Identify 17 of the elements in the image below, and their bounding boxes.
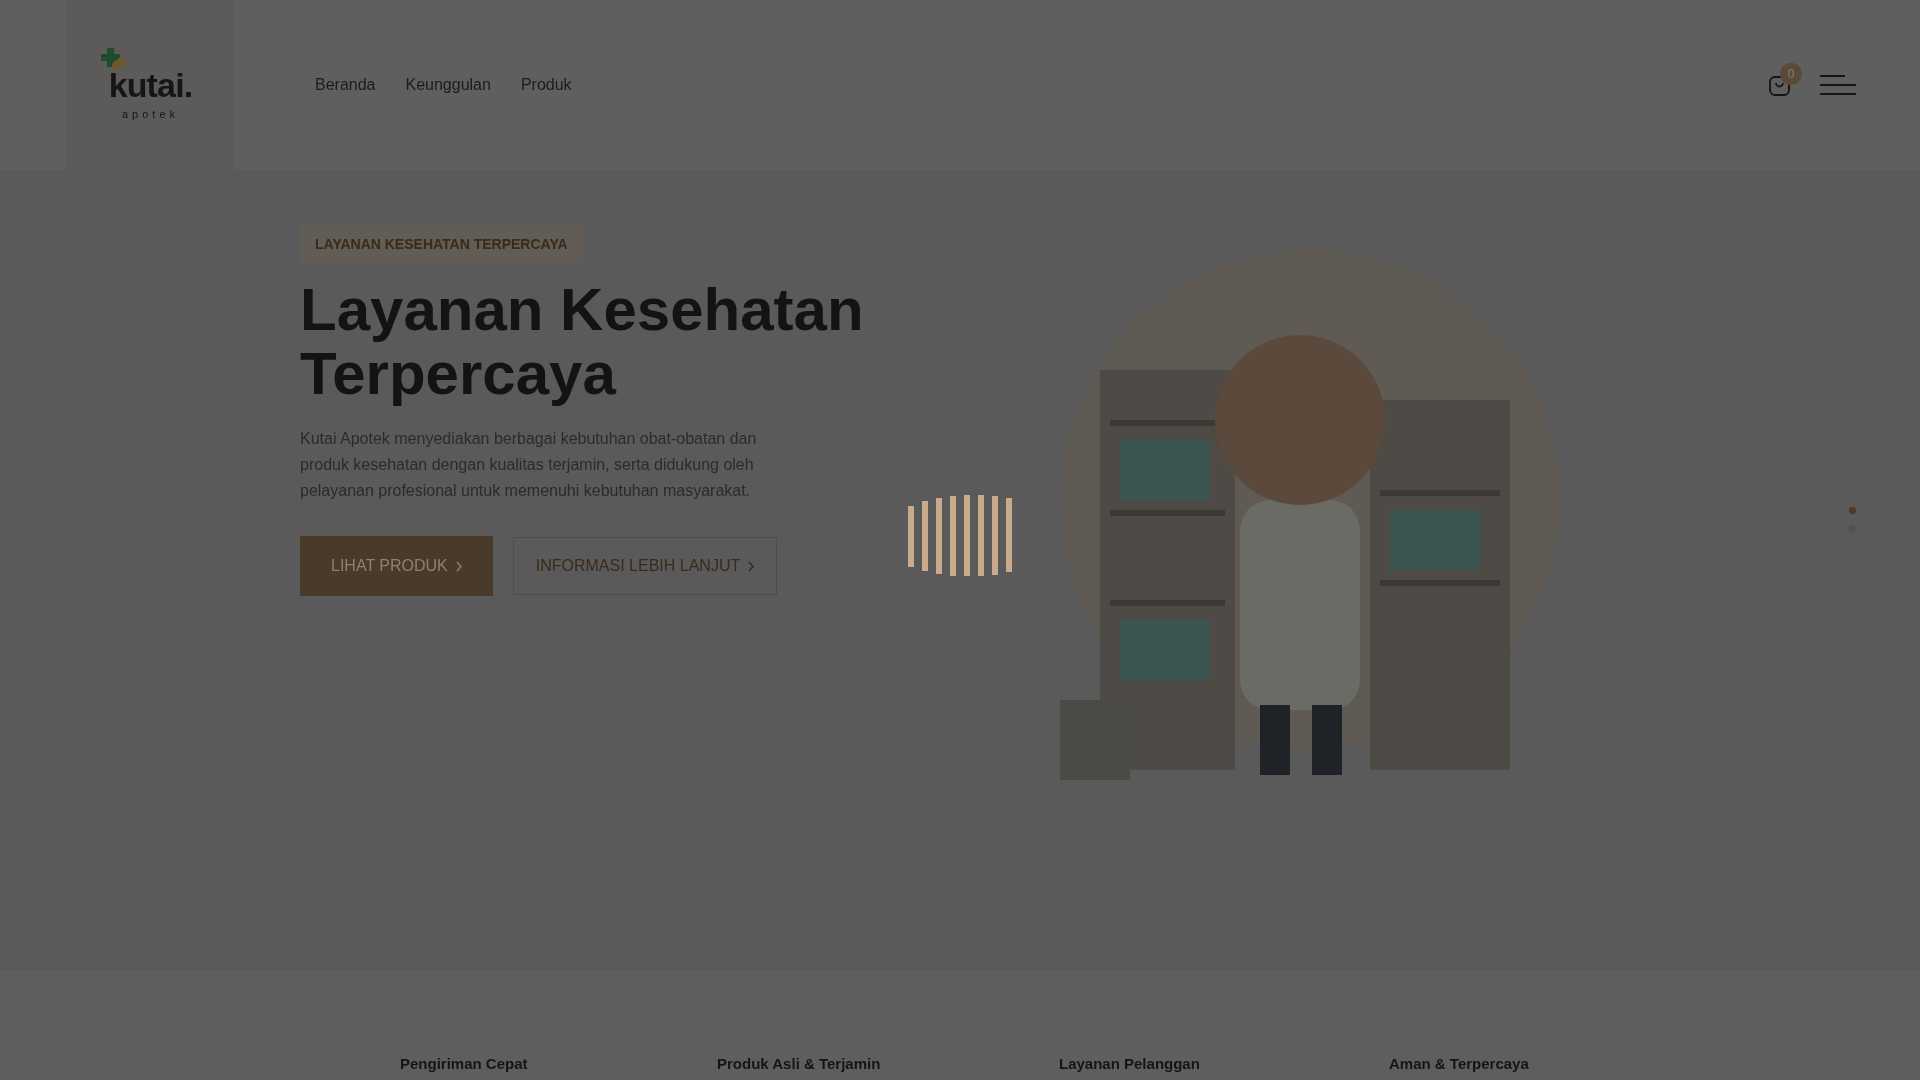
feature-title: Produk Asli & Terjamin bbox=[717, 1056, 881, 1071]
outline-button[interactable]: INFORMASI LEBIH LANJUT bbox=[512, 537, 778, 595]
feature-title: Layanan Pelanggan bbox=[1059, 1056, 1200, 1071]
hero-tagline: LAYANAN KESEHATAN TERPERCAYA bbox=[300, 225, 583, 264]
nav-link[interactable]: Beranda bbox=[315, 73, 376, 97]
chevron-icon bbox=[455, 560, 462, 572]
logo[interactable]: kutai. apotek bbox=[66, 0, 235, 170]
feature-title: Aman & Terpercaya bbox=[1389, 1056, 1529, 1071]
nav-link[interactable]: Produk bbox=[520, 73, 572, 97]
menu-icon[interactable] bbox=[1820, 75, 1856, 95]
primary-button[interactable]: LIHAT PRODUK bbox=[300, 536, 493, 596]
hero-title: Layanan Kesehatan Terpercaya bbox=[300, 278, 865, 406]
feature-title: Pengiriman Cepat bbox=[400, 1056, 528, 1071]
nav-link[interactable]: Keunggulan bbox=[405, 73, 491, 97]
chevron-icon bbox=[748, 560, 755, 572]
logo-tagline: apotek bbox=[122, 106, 179, 122]
logo-wordmark: kutai. bbox=[108, 67, 193, 102]
